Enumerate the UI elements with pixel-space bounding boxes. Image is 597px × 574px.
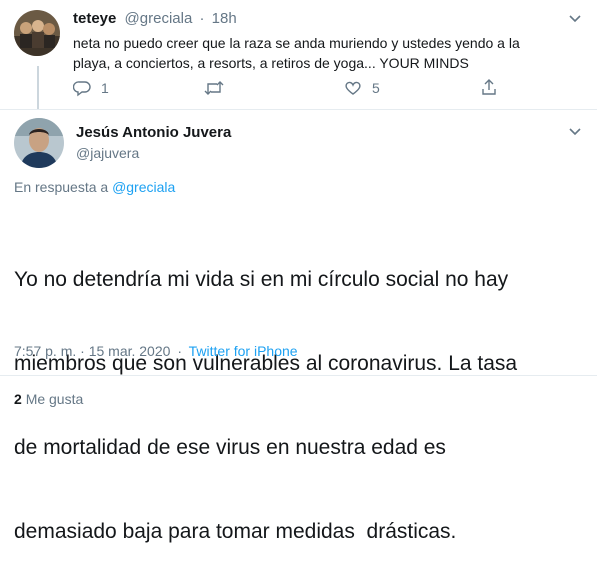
tweet-timestamp[interactable]: 7:57 p. m. · 15 mar. 2020 bbox=[14, 343, 170, 359]
parent-text-line: playa, a conciertos, a resorts, a retiro… bbox=[73, 55, 469, 71]
parent-like-count: 5 bbox=[372, 80, 380, 96]
likes-label: Me gusta bbox=[25, 391, 84, 407]
tweet-source-link[interactable]: Twitter for iPhone bbox=[189, 343, 298, 359]
tweet-divider bbox=[0, 109, 597, 110]
parent-more-chevron-icon[interactable] bbox=[568, 12, 582, 26]
retweet-icon[interactable] bbox=[203, 79, 225, 97]
main-avatar[interactable] bbox=[14, 118, 64, 168]
thread-connector bbox=[37, 66, 39, 110]
reply-to-link[interactable]: @greciala bbox=[112, 179, 175, 195]
reply-icon bbox=[73, 79, 91, 97]
parent-display-name[interactable]: teteye bbox=[73, 10, 116, 27]
reply-context-prefix: En respuesta a bbox=[14, 179, 109, 195]
parent-like-action[interactable]: 5 bbox=[344, 79, 380, 97]
main-tweet-text: Yo no detendría mi vida si en mi círculo… bbox=[14, 210, 517, 574]
heart-icon bbox=[344, 79, 362, 97]
stats-divider bbox=[0, 375, 597, 376]
main-text-line: de mortalidad de ese virus en nuestra ed… bbox=[14, 436, 446, 459]
main-text-line: demasiado baja para tomar medidas drásti… bbox=[14, 520, 457, 543]
parent-avatar[interactable] bbox=[14, 10, 60, 56]
likes-stat[interactable]: 2 Me gusta bbox=[14, 391, 83, 407]
parent-tweet-header: teteye @greciala · 18h bbox=[73, 10, 237, 30]
share-icon[interactable] bbox=[480, 78, 498, 96]
tweet-meta: 7:57 p. m. · 15 mar. 2020 · Twitter for … bbox=[14, 343, 298, 359]
main-handle[interactable]: @jajuvera bbox=[76, 145, 139, 161]
parent-time-separator: · bbox=[199, 10, 205, 27]
main-display-name[interactable]: Jesús Antonio Juvera bbox=[76, 124, 231, 141]
parent-tweet-text: neta no puedo creer que la raza se anda … bbox=[73, 33, 520, 73]
parent-text-line: neta no puedo creer que la raza se anda … bbox=[73, 35, 520, 51]
parent-reply-count: 1 bbox=[101, 80, 109, 96]
parent-time[interactable]: 18h bbox=[212, 10, 237, 27]
meta-separator: · bbox=[177, 343, 182, 359]
reply-context: En respuesta a @greciala bbox=[14, 179, 175, 195]
main-text-line: Yo no detendría mi vida si en mi círculo… bbox=[14, 268, 509, 291]
likes-count: 2 bbox=[14, 391, 22, 407]
parent-reply-action[interactable]: 1 bbox=[73, 79, 109, 97]
main-more-chevron-icon[interactable] bbox=[568, 125, 582, 139]
parent-handle[interactable]: @greciala bbox=[125, 10, 193, 27]
